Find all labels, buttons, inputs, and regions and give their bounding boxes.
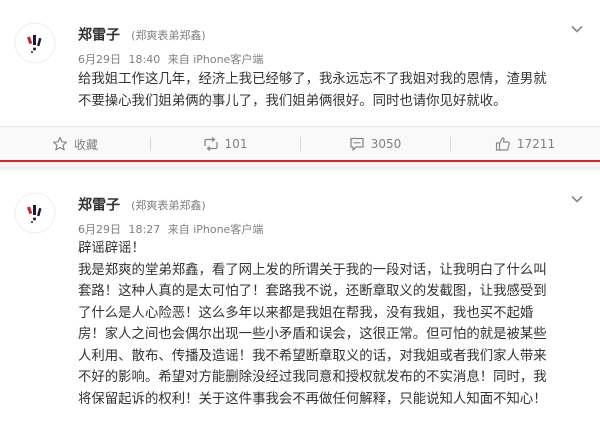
avatar-image	[14, 192, 56, 234]
avatar[interactable]	[14, 192, 56, 234]
post-card-1: 郑雷子 (郑爽表弟郑鑫) 6月29日 18:40 来自 iPhone客户端 给我…	[0, 0, 600, 161]
weibo-feed: 郑雷子 (郑爽表弟郑鑫) 6月29日 18:40 来自 iPhone客户端 给我…	[0, 0, 600, 425]
repost-icon	[203, 136, 218, 152]
author-line: 郑雷子 (郑爽表弟郑鑫)	[78, 24, 206, 44]
username[interactable]: 郑雷子	[78, 198, 120, 214]
favorite-label: 收藏	[73, 137, 98, 152]
post-date[interactable]: 6月29日	[78, 223, 121, 236]
post-time[interactable]: 18:40	[129, 53, 161, 66]
comment-icon	[350, 137, 364, 151]
post-line: 将保留起诉的权利！关于这件事我会不再做任何解释，只能说知人知面不知心！	[78, 391, 547, 407]
chevron-down-icon[interactable]	[570, 192, 584, 206]
repost-button[interactable]: 101	[150, 127, 300, 161]
post-meta: 6月29日 18:27 来自 iPhone客户端	[78, 221, 267, 237]
post-line: 给我姐工作这几年，经济上我已经够了，我永远忘不了我姐对我的恩情，渣男就	[78, 72, 547, 87]
user-remark: (郑爽表弟郑鑫)	[131, 198, 206, 212]
post-line: 我是郑爽的堂弟郑鑫，看了网上发的所谓关于我的一段对话，让我明白了什么叫	[78, 262, 547, 278]
post-line: 了什么是人心险恶！这么多年以来都是我姐在帮我，没有我姐，我也买不起婚	[78, 305, 534, 321]
post-line: 套路！这种人真的是太可怕了！套路我不说，还断章取义的发截图，让我感受到	[78, 284, 547, 299]
post-source: 来自 iPhone客户端	[167, 53, 264, 66]
favorite-button[interactable]: 收藏	[0, 127, 150, 161]
star-icon	[52, 136, 68, 151]
post-card-2: 郑雷子 (郑爽表弟郑鑫) 6月29日 18:27 来自 iPhone客户端 辟谣…	[0, 170, 600, 425]
post-line: 不要操心我们姐弟俩的事儿了，我们姐弟俩很好。同时也请你见好就收。	[78, 93, 507, 109]
repost-count: 101	[224, 137, 248, 151]
author-line: 郑雷子 (郑爽表弟郑鑫)	[78, 194, 206, 214]
comment-button[interactable]: 3050	[300, 127, 450, 161]
chevron-down-icon[interactable]	[570, 22, 584, 36]
like-button[interactable]: 17211	[450, 127, 600, 161]
red-divider	[0, 160, 600, 170]
post-line: 辟谣辟谣！	[78, 241, 145, 256]
post-source: 来自 iPhone客户端	[167, 223, 264, 236]
avatar-image	[14, 22, 56, 64]
comment-count: 3050	[370, 137, 402, 151]
post-line: 房！家人之间也会偶尔出现一些小矛盾和误会，这很正常。但可怕的就是被某些	[78, 327, 547, 342]
post-body: 辟谣辟谣！ 我是郑爽的堂弟郑鑫，看了网上发的所谓关于我的一段对话，让我明白了什么…	[78, 238, 578, 410]
post-date[interactable]: 6月29日	[78, 53, 121, 66]
action-bar: 收藏 101 3050 17211	[0, 126, 600, 161]
post-line: 不好的影响。希望对方能删除没经过我同意和授权就发布的不实消息！同时，我	[78, 370, 547, 385]
post-time[interactable]: 18:27	[129, 223, 161, 236]
like-count: 17211	[516, 137, 556, 151]
user-remark: (郑爽表弟郑鑫)	[131, 28, 206, 42]
username[interactable]: 郑雷子	[78, 28, 120, 44]
post-body: 给我姐工作这几年，经济上我已经够了，我永远忘不了我姐对我的恩情，渣男就 不要操心…	[78, 69, 578, 112]
avatar[interactable]	[14, 22, 56, 64]
post-meta: 6月29日 18:40 来自 iPhone客户端	[78, 51, 267, 67]
thumbs-up-icon	[495, 137, 510, 151]
post-line: 人利用、散布、传播及造谣！我不希望断章取义的话，对我姐或者我们家人带来	[78, 348, 547, 364]
